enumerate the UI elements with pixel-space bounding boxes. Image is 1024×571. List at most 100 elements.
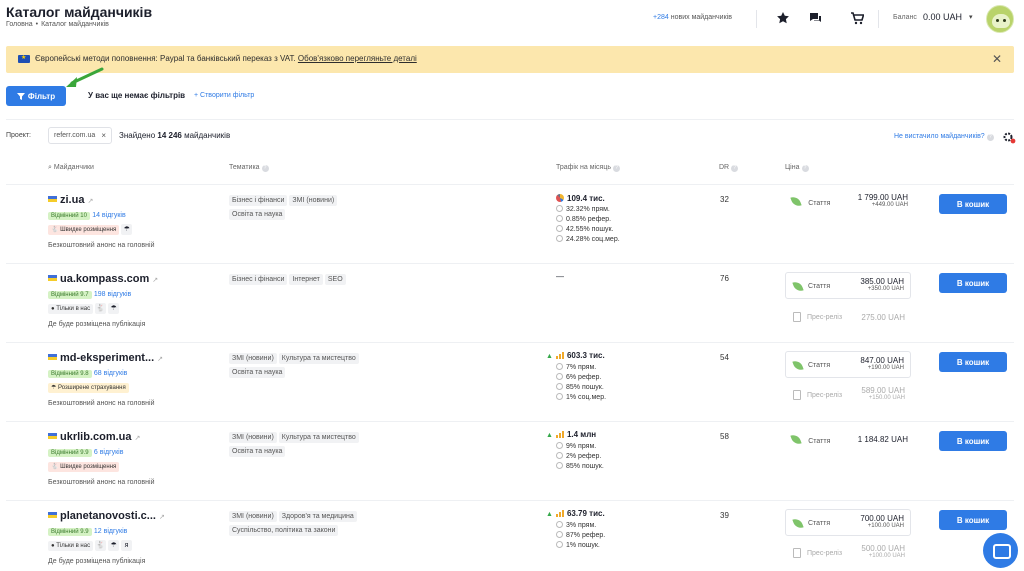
eu-flag-icon <box>18 54 30 63</box>
site-name[interactable]: md-eksperiment... <box>60 352 154 364</box>
add-to-cart-button[interactable]: В кошик <box>939 194 1007 214</box>
site-title[interactable]: zi.ua ↗ <box>48 194 93 206</box>
badge-insurance: ☂ Розширене страхування <box>48 383 129 393</box>
site-badges: 🐇 Швидке розміщення ☂ <box>48 224 133 235</box>
offer-article[interactable]: Стаття 847.00 UAH +190.00 UAH <box>785 351 911 378</box>
fast-icon: 🐇 <box>95 540 107 551</box>
site-title[interactable]: planetanovosti.c... ↗ <box>48 510 165 522</box>
price: 385.00 UAH <box>860 277 904 286</box>
site-name[interactable]: zi.ua <box>60 194 84 206</box>
breadcrumb-home[interactable]: Головна <box>6 21 33 28</box>
external-link-icon[interactable]: ↗ <box>152 277 158 284</box>
ua-flag-icon <box>48 196 57 202</box>
table-row: ukrlib.com.ua ↗ <box>48 431 140 443</box>
notice-link[interactable]: Обов'язково перегляньте деталі <box>298 54 417 63</box>
add-to-cart-button[interactable]: В кошик <box>939 352 1007 372</box>
document-icon <box>793 548 801 558</box>
create-filter-link[interactable]: + Створити фільтр <box>194 92 254 99</box>
close-icon[interactable]: ✕ <box>992 52 1002 66</box>
site-name[interactable]: planetanovosti.c... <box>60 510 156 522</box>
not-enough-sites-link[interactable]: Не вистачило майданчиків?? <box>894 133 994 141</box>
column-header-sites[interactable]: ⌕ Майданчики <box>48 164 94 172</box>
close-icon[interactable]: × <box>101 131 106 140</box>
offer-press-release[interactable]: Прес-реліз 500.00 UAH +100.00 UAH <box>785 541 911 565</box>
offer-press-release[interactable]: Прес-реліз 275.00 UAH <box>785 305 911 329</box>
badge-fast: 🐇 Швидке розміщення <box>48 225 120 235</box>
external-link-icon[interactable]: ↗ <box>87 198 93 205</box>
search-icon <box>556 541 563 548</box>
chevron-down-icon[interactable]: ▾ <box>969 13 973 21</box>
search-icon <box>556 462 563 469</box>
help-icon[interactable]: ? <box>731 165 739 172</box>
traffic-search: 1% пошук. <box>566 542 600 549</box>
badge-exclusive: ● Тільки в нас <box>48 541 94 551</box>
price-extra: +190.00 UAH <box>867 365 904 371</box>
reviews-link[interactable]: 68 відгуків <box>94 370 127 377</box>
filter-button-label: Фільтр <box>27 91 56 101</box>
rating-badge: Відмінний 9.7 <box>48 291 92 299</box>
site-title[interactable]: ua.kompass.com ↗ <box>48 273 158 285</box>
help-icon[interactable]: ? <box>613 165 621 172</box>
balance-value[interactable]: 0.00 UAH <box>923 12 962 22</box>
offer-article[interactable]: Стаття <box>790 194 830 209</box>
cart-icon[interactable] <box>850 11 864 25</box>
offer-article[interactable]: Стаття 700.00 UAH +100.00 UAH <box>785 509 911 536</box>
reviews-link[interactable]: 6 відгуків <box>94 449 124 456</box>
reviews-link[interactable]: 12 відгуків <box>94 528 127 535</box>
site-rating: Відмінний 9.8 68 відгуків <box>48 368 127 378</box>
column-header-traffic[interactable]: Трафік на місяць? <box>556 164 621 172</box>
help-icon[interactable]: ? <box>801 165 809 172</box>
offer-article[interactable]: Стаття 385.00 UAH +350.00 UAH <box>785 272 911 299</box>
site-name[interactable]: ua.kompass.com <box>60 273 149 285</box>
search-icon[interactable]: ⌕ <box>48 164 52 171</box>
topic-tag: Культура та мистецтво <box>278 432 359 443</box>
avatar[interactable] <box>986 5 1014 33</box>
results-suffix: майданчиків <box>184 131 231 140</box>
topic-tag: ЗМІ (новини) <box>229 353 277 364</box>
dr-value: 58 <box>720 432 729 441</box>
support-chat-button[interactable] <box>983 533 1018 568</box>
filter-button[interactable]: Фільтр <box>6 86 66 106</box>
dr-value: 32 <box>720 195 729 204</box>
topic-tag: Бізнес і фінанси <box>229 274 288 285</box>
offer-press-release[interactable]: Прес-реліз 589.00 UAH +150.00 UAH <box>785 383 911 407</box>
row-divider <box>6 263 1014 264</box>
external-link-icon[interactable]: ↗ <box>159 514 165 521</box>
add-to-cart-button[interactable]: В кошик <box>939 510 1007 530</box>
offer-article[interactable]: Стаття <box>790 432 830 447</box>
topic-tag: ЗМІ (новини) <box>229 511 277 522</box>
topic-tag: Культура та мистецтво <box>278 353 359 364</box>
site-title[interactable]: ukrlib.com.ua ↗ <box>48 431 140 443</box>
new-sites-counter[interactable]: +284 нових майданчиків <box>653 14 732 21</box>
column-header-dr[interactable]: DR? <box>719 164 739 172</box>
chat-icon[interactable] <box>808 11 822 25</box>
site-name[interactable]: ukrlib.com.ua <box>60 431 132 443</box>
traffic-social: 24.28% соц.мер. <box>566 236 620 243</box>
traffic-value: 63.79 тис. <box>566 509 605 518</box>
traffic-direct: 7% прям. <box>566 364 597 371</box>
column-header-price[interactable]: Ціна? <box>785 164 809 172</box>
badge-fast: 🐇 Швидке розміщення <box>48 462 120 472</box>
topic-tag: Здоров'я та медицина <box>278 511 357 522</box>
star-icon[interactable] <box>776 11 790 25</box>
gear-icon[interactable] <box>1002 130 1016 144</box>
trend-up-icon: ▲ <box>546 353 553 360</box>
project-value: referr.com.ua <box>54 132 96 139</box>
price-extra: +100.00 UAH <box>867 523 904 529</box>
traffic-cell: ▲ 603.3 тис. 7% прям. 6% рефер. 85% пошук… <box>546 351 606 401</box>
reviews-link[interactable]: 14 відгуків <box>92 212 125 219</box>
price: 1 799.00 UAH <box>857 193 908 202</box>
add-to-cart-button[interactable]: В кошик <box>939 431 1007 451</box>
reviews-link[interactable]: 198 відгуків <box>94 291 131 298</box>
project-select[interactable]: referr.com.ua × <box>48 127 112 144</box>
external-link-icon[interactable]: ↗ <box>135 435 141 442</box>
insurance-icon: ☂ <box>108 540 120 551</box>
traffic-value: 603.3 тис. <box>566 351 605 360</box>
add-to-cart-button[interactable]: В кошик <box>939 273 1007 293</box>
site-description: Де буде розміщена публікація <box>48 321 146 328</box>
help-icon[interactable]: ? <box>261 165 269 172</box>
help-icon[interactable]: ? <box>986 134 994 141</box>
badge-exclusive: ● Тільки в нас <box>48 304 94 314</box>
site-title[interactable]: md-eksperiment... ↗ <box>48 352 163 364</box>
external-link-icon[interactable]: ↗ <box>157 356 163 363</box>
